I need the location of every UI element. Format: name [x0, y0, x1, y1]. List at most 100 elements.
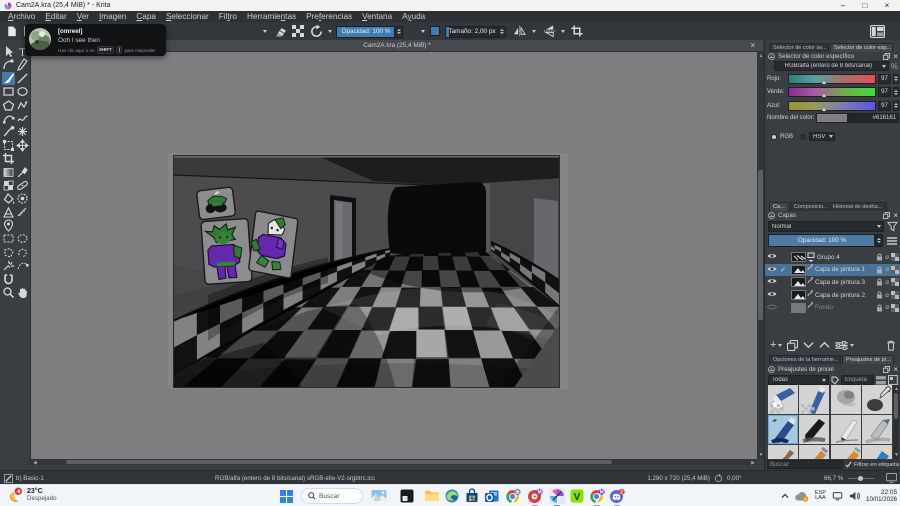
scroll-right-icon[interactable]: ▶	[751, 460, 755, 466]
layer-alpha-icon[interactable]: α	[885, 279, 889, 286]
canvas-angle-label[interactable]: 0,00°	[727, 475, 742, 482]
layer-inherit-alpha-icon[interactable]	[891, 303, 899, 312]
layer-lock-icon[interactable]	[876, 266, 883, 274]
layer-visibility-icon[interactable]	[767, 290, 778, 300]
menu-archivo[interactable]: Archivo	[8, 12, 35, 21]
tool-zoom[interactable]	[2, 286, 15, 299]
tool-dynamic-brush[interactable]	[2, 125, 15, 138]
layer-menu-icon[interactable]	[886, 236, 898, 246]
taskbar-icon-chrome-badge1[interactable]	[505, 488, 521, 504]
scroll-left-icon[interactable]: ◀	[33, 460, 37, 466]
menu-editar[interactable]: Editar	[45, 12, 66, 21]
scroll-up-icon[interactable]: ▲	[759, 53, 764, 59]
mirror-horizontal-caret-icon[interactable]	[530, 25, 537, 37]
layer-name[interactable]: Capa de pintura 3	[815, 279, 874, 286]
add-layer-caret-icon[interactable]	[778, 343, 783, 347]
tool-smart-patch[interactable]	[16, 179, 29, 192]
layer-inherit-alpha-icon[interactable]	[891, 291, 899, 300]
layer-inherit-alpha-icon[interactable]	[891, 265, 899, 274]
layer-row-capa-de-pintura-3[interactable]: Capa de pintura 3 α	[765, 276, 900, 289]
delete-layer-button[interactable]	[886, 340, 896, 351]
channel-slider[interactable]	[788, 100, 876, 111]
taskbar-icon-outlook[interactable]	[484, 488, 500, 504]
channel-value[interactable]: 97	[878, 87, 891, 97]
layer-opacity-spinner[interactable]	[875, 235, 882, 246]
weather-widget[interactable]: 23°C Despejado	[8, 487, 57, 503]
blend-mode-dropdown[interactable]: Normal	[768, 221, 884, 232]
move-layer-down-button[interactable]	[803, 341, 815, 349]
tool-select-polygon[interactable]	[2, 246, 15, 259]
menu-ayuda[interactable]: Ayuda	[402, 12, 425, 21]
layer-alpha-icon[interactable]: α	[885, 292, 889, 299]
tool-select-ellipse[interactable]	[16, 232, 29, 245]
thumbnail-view-icon[interactable]	[888, 375, 898, 385]
color-hex-field[interactable]: #616161	[848, 113, 899, 123]
tab-brush-presets[interactable]: Preajustes de pi...	[842, 355, 894, 364]
tray-chevron-icon[interactable]	[781, 493, 789, 499]
tool-polyline[interactable]	[16, 99, 29, 112]
tool-line[interactable]	[16, 72, 29, 85]
brush-preset-0[interactable]	[768, 385, 799, 414]
brush-preset-1[interactable]	[799, 385, 830, 414]
layer-lock-icon[interactable]	[876, 278, 883, 286]
channel-spinner[interactable]	[893, 87, 899, 97]
tool-reference-images[interactable]	[2, 219, 15, 232]
close-docker-icon[interactable]: ×	[893, 52, 898, 60]
tool-rectangle[interactable]	[2, 85, 15, 98]
layer-thumbnail[interactable]	[791, 277, 806, 288]
volume-icon[interactable]	[849, 491, 861, 501]
menu-herramientas[interactable]: Herramientas	[247, 12, 296, 21]
layer-visibility-icon[interactable]	[767, 252, 778, 262]
brush-preset-3[interactable]	[861, 385, 892, 414]
tool-select-bezier[interactable]	[16, 259, 29, 272]
channel-value[interactable]: 97	[878, 73, 891, 84]
mirror-horizontal-icon[interactable]	[512, 25, 529, 37]
taskbar-icon-music-red[interactable]: M	[527, 488, 543, 504]
tool-select-freehand[interactable]	[16, 246, 29, 259]
tab-tool-options[interactable]: Opciones de la herramie...	[769, 355, 841, 364]
layer-row-fondo[interactable]: Fondo α	[765, 301, 900, 314]
taskbar-icon-explorer[interactable]	[424, 488, 440, 504]
tool-select-magnetic[interactable]	[2, 273, 15, 286]
move-layer-up-button[interactable]	[819, 341, 831, 349]
tool-multibrush[interactable]	[16, 125, 29, 138]
layers-docker-titlebar[interactable]: Capas ×	[765, 210, 900, 220]
current-brush-label[interactable]: b) Basic-1	[16, 475, 44, 482]
brush-preset-10[interactable]	[830, 445, 861, 459]
tool-transform[interactable]	[2, 139, 15, 152]
tool-fill[interactable]	[2, 192, 15, 205]
trim-image-icon[interactable]	[569, 25, 584, 37]
channel-slider[interactable]	[788, 73, 876, 84]
menu-imagen[interactable]: Imagen	[99, 12, 126, 21]
filter-tag-checkbox[interactable]	[845, 461, 852, 468]
layer-thumbnail[interactable]	[791, 264, 806, 275]
layer-row-capa-de-pintura-1[interactable]: ✓ Capa de pintura 1 α	[765, 263, 900, 277]
channel-spinner[interactable]	[893, 100, 899, 111]
layer-properties-button[interactable]	[835, 340, 849, 350]
hsv-dropdown[interactable]: HSV	[809, 132, 836, 141]
presets-scroll-up-icon[interactable]: ▲	[894, 386, 899, 392]
float-docker-icon[interactable]	[883, 52, 891, 60]
duplicate-layer-button[interactable]	[787, 339, 799, 351]
tool-gradient[interactable]	[2, 166, 15, 179]
layer-alpha-icon[interactable]: α	[885, 266, 889, 273]
canvas-artwork[interactable]	[168, 153, 568, 389]
mirror-vertical-caret-icon[interactable]	[559, 25, 566, 37]
tool-measure[interactable]	[16, 206, 29, 219]
layer-lock-icon[interactable]	[876, 253, 883, 261]
tool-freehand-brush[interactable]	[2, 71, 15, 85]
eraser-mode-icon[interactable]	[272, 25, 288, 37]
taskbar-icon-chrome-badge2[interactable]: M	[589, 488, 605, 504]
taskbar-icon-krita-active[interactable]	[549, 488, 565, 504]
float-docker-icon[interactable]	[883, 211, 891, 219]
rotation-reset-icon[interactable]	[714, 473, 723, 483]
opacity-spinner[interactable]	[395, 26, 402, 37]
canvas-horizontal-scrollbar[interactable]: ◀ ▶	[31, 459, 757, 466]
layer-lock-icon[interactable]	[876, 291, 883, 299]
tool-enclose-fill[interactable]	[16, 192, 29, 205]
maximize-button[interactable]: □	[854, 0, 876, 11]
taskbar-icon-edge[interactable]	[444, 488, 460, 504]
size-spinner[interactable]	[498, 26, 505, 37]
close-docker-icon[interactable]: ×	[893, 211, 898, 219]
layer-name[interactable]: Capa de pintura 1	[815, 266, 874, 273]
